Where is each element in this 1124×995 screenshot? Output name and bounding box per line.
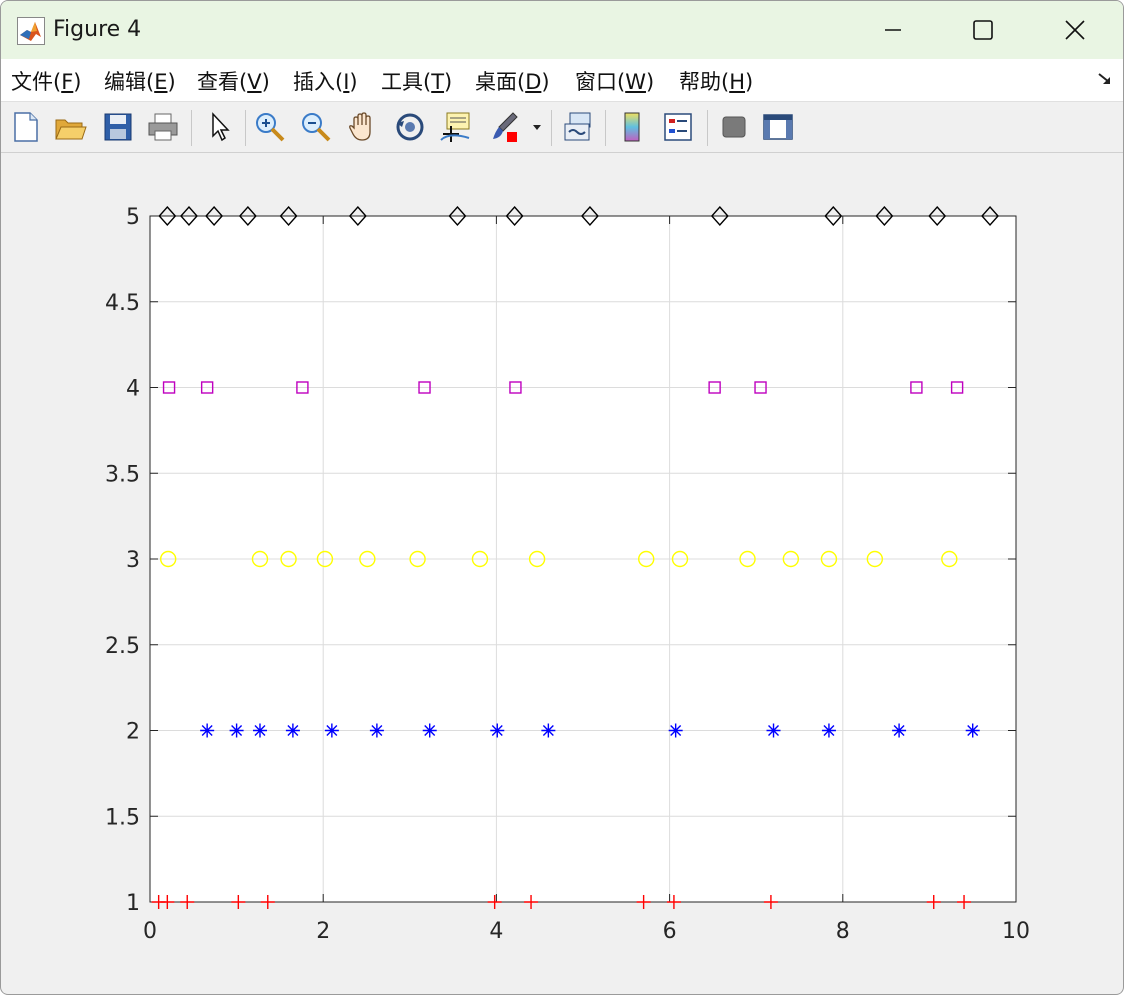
toolbar-separator bbox=[605, 110, 606, 146]
menu-label: 窗口( bbox=[575, 70, 626, 94]
menu-label-end: ) bbox=[444, 70, 453, 94]
brush-icon[interactable] bbox=[487, 110, 521, 144]
pointer-icon[interactable] bbox=[203, 110, 237, 144]
menu-label-end: ) bbox=[745, 70, 754, 94]
minimize-icon bbox=[885, 29, 901, 31]
dock-arrow-icon[interactable] bbox=[1097, 71, 1113, 87]
toolbar-separator bbox=[245, 110, 246, 146]
y-tick-label: 3.5 bbox=[105, 462, 140, 487]
y-tick-label: 4 bbox=[126, 377, 140, 402]
menu-label: 帮助( bbox=[679, 70, 730, 94]
menu-file[interactable]: 文件(F) bbox=[11, 66, 82, 96]
zoom-out-icon[interactable] bbox=[299, 110, 333, 144]
figure-window: Figure 4 文件(F) 编辑(E) 查看(V) 插入(I) 工具(T) 桌… bbox=[0, 0, 1124, 995]
window-title: Figure 4 bbox=[53, 17, 142, 42]
menu-accelerator: D bbox=[525, 70, 542, 94]
matlab-logo-icon bbox=[17, 17, 45, 45]
pan-hand-icon[interactable] bbox=[346, 110, 380, 144]
y-tick-label: 5 bbox=[126, 205, 140, 230]
y-tick-label: 3 bbox=[126, 548, 140, 573]
menu-label: 工具( bbox=[381, 70, 432, 94]
toolbar-separator bbox=[551, 110, 552, 146]
colorbar-icon[interactable] bbox=[616, 110, 650, 144]
asterisk-marker bbox=[324, 723, 339, 738]
toolbar-separator bbox=[191, 110, 192, 146]
minimize-button[interactable] bbox=[847, 1, 939, 59]
title-bar: Figure 4 bbox=[1, 1, 1123, 59]
new-figure-icon[interactable] bbox=[9, 110, 43, 144]
menu-label: 编辑( bbox=[104, 70, 155, 94]
zoom-in-icon[interactable] bbox=[253, 110, 287, 144]
menu-accelerator: W bbox=[625, 70, 646, 94]
asterisk-marker bbox=[369, 723, 384, 738]
asterisk-marker bbox=[200, 723, 215, 738]
save-icon[interactable] bbox=[101, 110, 135, 144]
menu-accelerator: E bbox=[154, 70, 168, 94]
x-tick-label: 6 bbox=[663, 919, 677, 944]
close-button[interactable] bbox=[1029, 1, 1121, 59]
menu-label: 文件( bbox=[11, 70, 62, 94]
data-cursor-icon[interactable] bbox=[439, 110, 473, 144]
toolbar-separator bbox=[707, 110, 708, 146]
menu-accelerator: V bbox=[247, 70, 262, 94]
menu-label-end: ) bbox=[261, 70, 270, 94]
x-tick-label: 2 bbox=[316, 919, 330, 944]
x-tick-label: 8 bbox=[836, 919, 850, 944]
menu-accelerator: F bbox=[61, 70, 74, 94]
asterisk-marker bbox=[766, 723, 781, 738]
menu-label-end: ) bbox=[73, 70, 82, 94]
asterisk-marker bbox=[252, 723, 267, 738]
menu-tools[interactable]: 工具(T) bbox=[381, 66, 452, 96]
link-plot-icon[interactable] bbox=[561, 110, 595, 144]
menu-accelerator: T bbox=[431, 70, 445, 94]
menu-label-end: ) bbox=[349, 70, 358, 94]
menu-bar: 文件(F) 编辑(E) 查看(V) 插入(I) 工具(T) 桌面(D) 窗口(W… bbox=[1, 59, 1123, 102]
asterisk-marker bbox=[668, 723, 683, 738]
menu-label: 查看( bbox=[197, 70, 248, 94]
brush-dropdown-icon[interactable] bbox=[527, 110, 547, 144]
menu-edit[interactable]: 编辑(E) bbox=[104, 66, 176, 96]
print-icon[interactable] bbox=[146, 110, 180, 144]
x-tick-label: 0 bbox=[143, 919, 157, 944]
y-tick-label: 1.5 bbox=[105, 805, 140, 830]
asterisk-marker bbox=[892, 723, 907, 738]
maximize-button[interactable] bbox=[937, 1, 1029, 59]
show-plot-tools-icon[interactable] bbox=[761, 110, 795, 144]
menu-label-end: ) bbox=[541, 70, 550, 94]
figure-canvas: 0 2 4 6 8 10 1 1.5 2 2.5 3 3.5 4 4.5 5 bbox=[3, 153, 1121, 993]
y-tick-label: 2.5 bbox=[105, 634, 140, 659]
scatter-plot[interactable]: 0 2 4 6 8 10 1 1.5 2 2.5 3 3.5 4 4.5 5 bbox=[3, 153, 1121, 993]
rotate-3d-icon[interactable] bbox=[393, 110, 427, 144]
menu-help[interactable]: 帮助(H) bbox=[679, 66, 753, 96]
x-tick-labels: 0 2 4 6 8 10 bbox=[143, 919, 1030, 944]
asterisk-marker bbox=[285, 723, 300, 738]
asterisk-marker bbox=[821, 723, 836, 738]
y-tick-label: 1 bbox=[126, 891, 140, 916]
menu-view[interactable]: 查看(V) bbox=[197, 66, 270, 96]
hide-plot-tools-icon[interactable] bbox=[717, 110, 751, 144]
menu-label-end: ) bbox=[167, 70, 176, 94]
maximize-icon bbox=[973, 20, 993, 40]
menu-insert[interactable]: 插入(I) bbox=[293, 66, 358, 96]
x-tick-label: 10 bbox=[1002, 919, 1030, 944]
menu-accelerator: H bbox=[729, 70, 745, 94]
asterisk-marker bbox=[422, 723, 437, 738]
asterisk-marker bbox=[541, 723, 556, 738]
asterisk-marker bbox=[229, 723, 244, 738]
asterisk-marker bbox=[965, 723, 980, 738]
menu-label: 桌面( bbox=[475, 70, 526, 94]
menu-label: 插入( bbox=[293, 70, 344, 94]
x-tick-label: 4 bbox=[489, 919, 503, 944]
menu-window[interactable]: 窗口(W) bbox=[575, 66, 654, 96]
asterisk-marker bbox=[490, 723, 505, 738]
menu-desktop[interactable]: 桌面(D) bbox=[475, 66, 550, 96]
figure-toolbar bbox=[1, 102, 1123, 153]
legend-icon[interactable] bbox=[661, 110, 695, 144]
y-tick-labels: 1 1.5 2 2.5 3 3.5 4 4.5 5 bbox=[105, 205, 140, 916]
y-tick-label: 4.5 bbox=[105, 291, 140, 316]
close-icon bbox=[1065, 20, 1085, 40]
y-tick-label: 2 bbox=[126, 720, 140, 745]
open-file-icon[interactable] bbox=[53, 110, 87, 144]
menu-label-end: ) bbox=[645, 70, 655, 94]
